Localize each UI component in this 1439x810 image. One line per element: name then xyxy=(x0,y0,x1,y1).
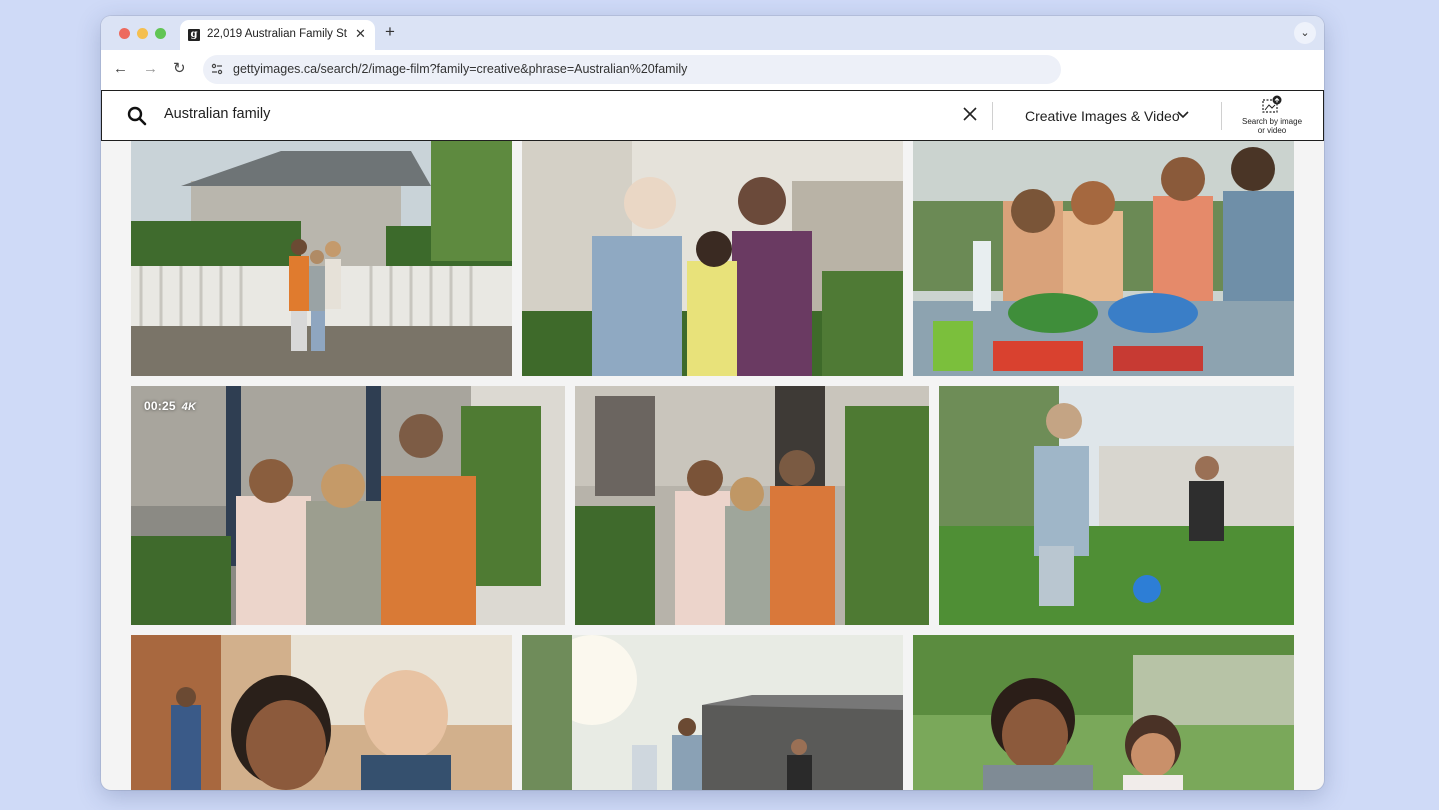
sunny-backyard-family-photo xyxy=(522,635,903,790)
result-image-6[interactable] xyxy=(939,386,1294,625)
back-arrow-icon[interactable]: ← xyxy=(113,60,128,78)
result-image-7[interactable] xyxy=(131,635,512,790)
new-tab-icon[interactable]: + xyxy=(385,22,395,42)
family-house-photo xyxy=(131,141,512,376)
video-duration: 00:25 xyxy=(144,399,176,413)
search-by-image-button[interactable]: Search by image or video xyxy=(1236,95,1308,137)
url-text: gettyimages.ca/search/2/image-film?famil… xyxy=(233,62,688,76)
search-input[interactable]: Australian family xyxy=(164,106,270,122)
chevron-down-icon[interactable] xyxy=(1176,108,1190,122)
minimize-window-button[interactable] xyxy=(137,28,148,39)
reload-icon[interactable]: ↻ xyxy=(173,60,186,78)
forward-arrow-icon[interactable]: → xyxy=(143,60,158,78)
image-upload-icon xyxy=(1262,95,1282,113)
video-badge: 00:25 4K xyxy=(144,399,196,413)
tab-bar: g 22,019 Australian Family Stoc ✕ + ⌄ xyxy=(101,16,1324,50)
address-bar[interactable]: gettyimages.ca/search/2/image-film?famil… xyxy=(203,55,1061,84)
content-type-filter[interactable]: Creative Images & Video xyxy=(1025,108,1180,124)
search-icon[interactable] xyxy=(127,106,147,126)
result-image-3[interactable] xyxy=(913,141,1294,376)
result-image-1[interactable] xyxy=(131,141,512,376)
tab-search-chevron-icon[interactable]: ⌄ xyxy=(1294,22,1316,44)
mother-daughter-garden-photo xyxy=(913,635,1294,790)
search-by-image-label: Search by image or video xyxy=(1241,117,1303,135)
site-settings-icon[interactable] xyxy=(211,63,223,75)
browser-window: g 22,019 Australian Family Stoc ✕ + ⌄ ← … xyxy=(101,16,1324,790)
backyard-soccer-photo xyxy=(939,386,1294,625)
gettyimages-favicon-icon: g xyxy=(188,29,200,41)
maximize-window-button[interactable] xyxy=(155,28,166,39)
browser-toolbar: ← → ↻ gettyimages.ca/search/2/image-film… xyxy=(101,50,1324,90)
grandmother-mother-daughter-photo xyxy=(522,141,903,376)
kids-watermelon-table-photo xyxy=(913,141,1294,376)
family-porch-steps-photo xyxy=(575,386,929,625)
result-image-8[interactable] xyxy=(522,635,903,790)
tab-close-icon[interactable]: ✕ xyxy=(355,26,366,42)
tab-active[interactable]: g 22,019 Australian Family Stoc ✕ xyxy=(180,20,375,50)
tab-title: 22,019 Australian Family Stoc xyxy=(207,28,347,40)
video-quality-badge: 4K xyxy=(181,401,197,413)
result-image-2[interactable] xyxy=(522,141,903,376)
site-search-bar: Australian family Creative Images & Vide… xyxy=(101,90,1324,141)
close-window-button[interactable] xyxy=(119,28,130,39)
divider xyxy=(1221,102,1222,130)
grandmother-baby-kitchen-photo xyxy=(131,635,512,790)
family-porch-video-still xyxy=(131,386,565,625)
clear-search-icon[interactable] xyxy=(962,106,978,122)
result-image-9[interactable] xyxy=(913,635,1294,790)
result-video-4[interactable]: 00:25 4K xyxy=(131,386,565,625)
result-image-5[interactable] xyxy=(575,386,929,625)
divider xyxy=(992,102,993,130)
